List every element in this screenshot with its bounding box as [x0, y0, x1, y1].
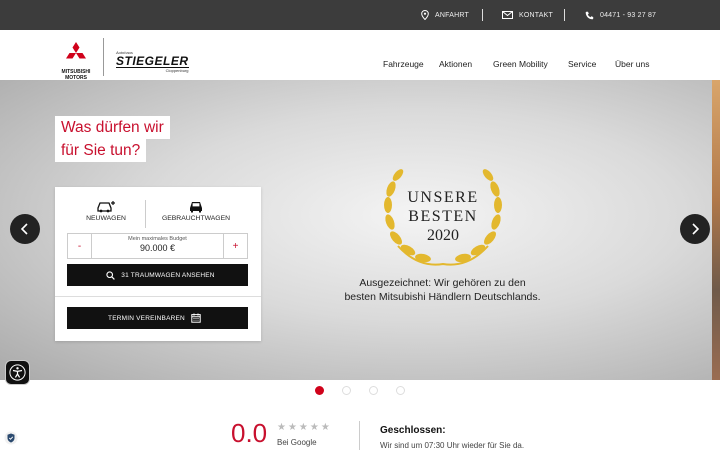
mitsubishi-logo[interactable]: MITSUBISHI MOTORS — [60, 42, 92, 81]
budget-value-input[interactable]: 90.000 € — [92, 243, 223, 253]
logo-divider — [103, 38, 104, 76]
contact-link[interactable]: KONTAKT — [502, 0, 553, 30]
tab-divider — [145, 200, 146, 228]
phone-icon — [585, 11, 594, 19]
google-rating-score: 0.0 — [231, 418, 268, 448]
dealer-logo-name: STIEGELER — [116, 54, 189, 68]
nav-ueber-uns[interactable]: Über uns — [615, 59, 650, 69]
accessibility-button[interactable] — [5, 360, 30, 385]
dealer-logo[interactable]: Autohaus STIEGELER Cloppenburg — [116, 50, 189, 73]
used-car-icon — [190, 202, 202, 213]
contact-label: KONTAKT — [519, 11, 553, 19]
topbar-divider — [564, 9, 565, 21]
tab-gebrauchtwagen-label: GEBRAUCHTWAGEN — [161, 215, 231, 222]
directions-label: ANFAHRT — [435, 11, 469, 19]
tab-gebrauchtwagen[interactable]: GEBRAUCHTWAGEN — [151, 200, 241, 222]
new-car-icon — [97, 201, 115, 213]
hero-question-line1: Was dürfen wir — [55, 116, 170, 139]
slider-dot-4[interactable] — [396, 386, 405, 395]
mail-icon — [502, 11, 513, 19]
phone-link[interactable]: 04471 - 93 27 87 — [585, 0, 656, 30]
budget-stepper: - Mein maximales Budget 90.000 € + — [67, 233, 248, 259]
slider-dot-1-active[interactable] — [315, 386, 324, 395]
calendar-icon — [191, 313, 201, 323]
privacy-shield-icon[interactable] — [4, 431, 18, 445]
tab-neuwagen-label: NEUWAGEN — [86, 215, 126, 222]
slider-next-button[interactable] — [680, 214, 710, 244]
phone-number: 04471 - 93 27 87 — [600, 11, 657, 19]
hero-question-line2: für Sie tun? — [55, 139, 147, 162]
budget-label: Mein maximales Budget — [128, 236, 187, 242]
award-line1: UNSERE — [407, 189, 479, 206]
accessibility-icon — [9, 364, 26, 381]
award-caption-line2: besten Mitsubishi Händlern Deutschlands. — [344, 291, 541, 303]
top-bar: ANFAHRT KONTAKT 04471 - 93 27 87 — [0, 0, 720, 30]
award-caption-line1: Ausgezeichnet: Wir gehören zu den — [359, 277, 526, 289]
nav-fahrzeuge[interactable]: Fahrzeuge — [383, 59, 424, 69]
nav-service[interactable]: Service — [568, 59, 596, 69]
dealer-logo-city: Cloppenburg — [165, 68, 189, 73]
view-vehicles-button[interactable]: 31 TRAUMWAGEN ANSEHEN — [67, 264, 248, 286]
award-line2: BESTEN — [408, 208, 478, 225]
chevron-left-icon — [20, 223, 28, 235]
budget-increase-button[interactable]: + — [223, 234, 247, 258]
chevron-right-icon — [692, 223, 700, 235]
award-line3: 2020 — [427, 227, 459, 244]
mitsubishi-diamonds-icon — [66, 42, 86, 59]
card-divider — [55, 296, 261, 297]
appointment-button[interactable]: TERMIN VEREINBAREN — [67, 307, 248, 329]
search-icon — [106, 270, 116, 280]
nav-green-mobility[interactable]: Green Mobility — [493, 59, 548, 69]
rating-divider — [359, 421, 360, 450]
budget-decrease-button[interactable]: - — [68, 234, 92, 258]
topbar-divider — [482, 9, 483, 21]
rating-stars: ★★★★★ — [277, 422, 332, 433]
location-pin-icon — [421, 10, 429, 20]
nav-aktionen[interactable]: Aktionen — [439, 59, 472, 69]
opening-status: Geschlossen: — [380, 425, 446, 436]
site-header — [0, 30, 720, 80]
next-slide-peek — [712, 80, 720, 380]
slider-dot-3[interactable] — [369, 386, 378, 395]
slider-prev-button[interactable] — [10, 214, 40, 244]
rating-source[interactable]: Bei Google — [277, 438, 317, 447]
directions-link[interactable]: ANFAHRT — [421, 0, 469, 30]
view-vehicles-label: 31 TRAUMWAGEN ANSEHEN — [121, 271, 215, 279]
appointment-label: TERMIN VEREINBAREN — [108, 314, 185, 322]
opening-note: Wir sind um 07:30 Uhr wieder für Sie da. — [380, 441, 525, 450]
tab-neuwagen[interactable]: NEUWAGEN — [61, 200, 151, 222]
slider-dot-2[interactable] — [342, 386, 351, 395]
